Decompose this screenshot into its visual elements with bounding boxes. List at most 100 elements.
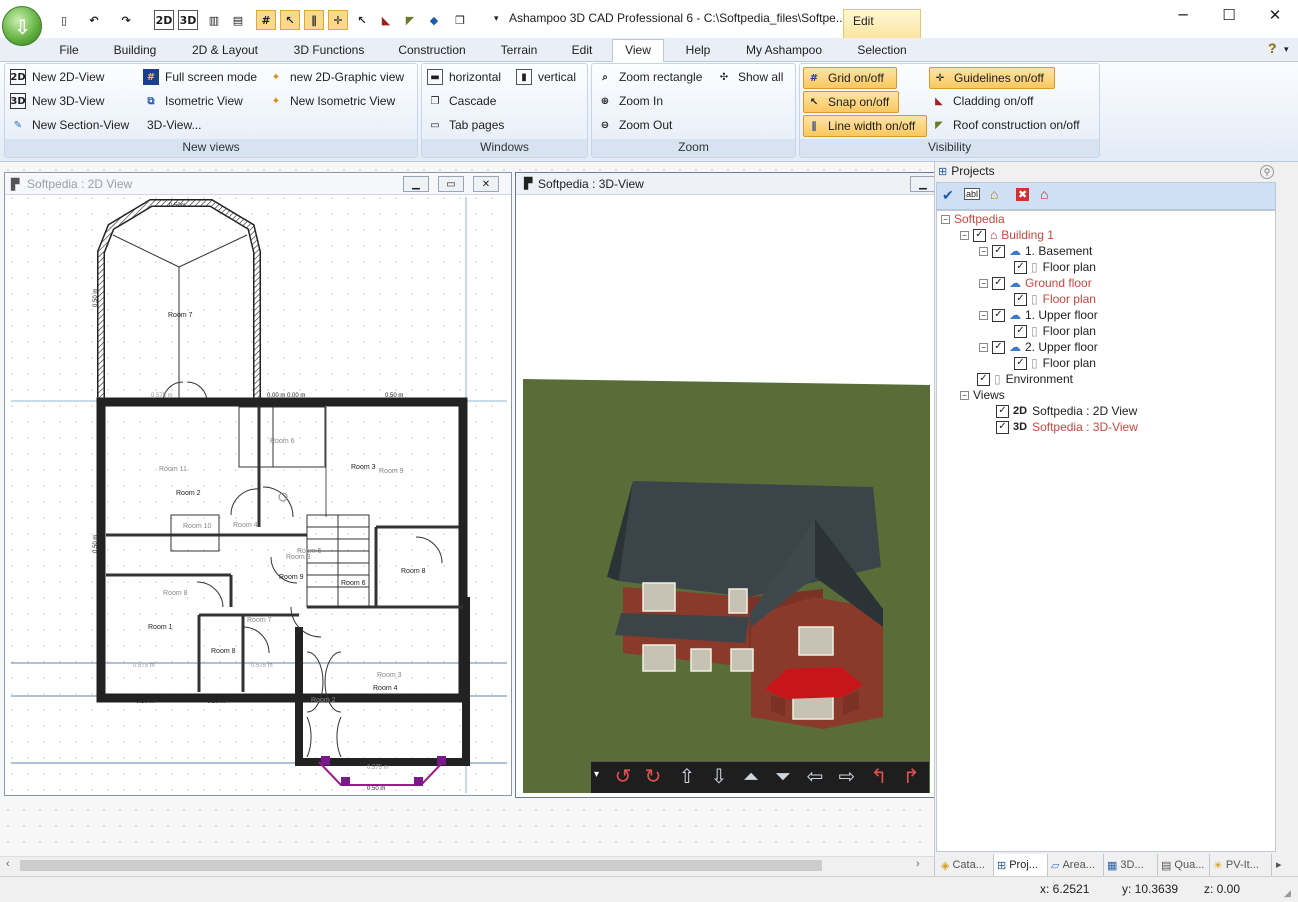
tab-selection[interactable]: Selection — [848, 40, 916, 62]
snap-toggle-icon[interactable]: ↖ — [280, 10, 300, 30]
cladding-icon[interactable]: ◣ — [376, 10, 396, 30]
tab-area[interactable]: ▱ Area... — [1048, 854, 1104, 876]
ribbon-collapse-icon[interactable]: ▾ — [1284, 44, 1289, 55]
show-all-button[interactable]: ✣ Show all — [716, 66, 784, 88]
line-width-toggle-button[interactable]: ∥ Line width on/off — [803, 115, 927, 137]
visibility-checkbox[interactable]: ✓ — [992, 276, 1005, 290]
collapse-icon[interactable]: − — [979, 342, 988, 352]
tree-node-floor-plan[interactable]: ✓ ▯ Floor plan — [1014, 259, 1096, 275]
minimize-button[interactable]: ─ — [1160, 0, 1206, 30]
tile-view-icon[interactable]: ▤ — [228, 10, 248, 30]
rename-icon[interactable]: abl — [964, 188, 981, 200]
2d-view-window[interactable]: ▛ Softpedia : 2D View ▁ ▭ ✕ Room 7 Room … — [4, 172, 512, 796]
tree-node-floor-plan[interactable]: ✓ ▯ Floor plan — [1014, 291, 1096, 307]
check-icon[interactable]: ✔ — [942, 187, 954, 204]
visibility-checkbox[interactable]: ✓ — [992, 308, 1005, 322]
tree-node-view-2d[interactable]: ✓ 2D Softpedia : 2D View — [996, 403, 1137, 419]
tile-horizontal-button[interactable]: ▬ horizontal — [427, 66, 501, 88]
tree-node-view-3d[interactable]: ✓ 3D Softpedia : 3D-View — [996, 419, 1138, 435]
scroll-right-icon[interactable]: › — [916, 858, 920, 870]
grid-toggle-icon[interactable]: # — [256, 10, 276, 30]
visibility-checkbox[interactable]: ✓ — [1014, 356, 1027, 370]
split-view-icon[interactable]: ▥ — [204, 10, 224, 30]
help-icon[interactable]: ? — [1268, 40, 1277, 56]
properties-icon[interactable]: ⌂ — [990, 186, 998, 202]
delete-icon[interactable]: ✖ — [1016, 188, 1030, 201]
snap-toggle-button[interactable]: ↖ Snap on/off — [803, 91, 899, 113]
move-down-icon[interactable]: ⇩ — [706, 764, 732, 788]
redo-icon[interactable]: ↷ — [116, 10, 136, 30]
roof-construction-icon[interactable]: ◤ — [400, 10, 420, 30]
new-document-icon[interactable]: ▯ — [54, 10, 74, 30]
tilt-up-icon[interactable]: ⏶ — [738, 764, 764, 788]
tree-node-floor-plan[interactable]: ✓ ▯ Floor plan — [1014, 355, 1096, 371]
view-2d-button[interactable]: 2D — [154, 10, 174, 30]
tab-3d-functions[interactable]: 3D Functions — [284, 40, 374, 62]
visibility-checkbox[interactable]: ✓ — [996, 404, 1009, 418]
visibility-checkbox[interactable]: ✓ — [992, 340, 1005, 354]
tab-pv-items[interactable]: ☀ PV-It... — [1210, 854, 1272, 876]
visibility-checkbox[interactable]: ✓ — [996, 420, 1009, 434]
3d-view-window[interactable]: ▛ Softpedia : 3D-View ▁ — [515, 172, 936, 798]
collapse-icon[interactable]: − — [979, 278, 988, 288]
tab-terrain[interactable]: Terrain — [492, 40, 546, 62]
app-menu-button[interactable]: ⇩ — [2, 6, 42, 46]
pan-right-icon[interactable]: ⇨ — [834, 764, 860, 788]
undo-icon[interactable]: ↶ — [84, 10, 104, 30]
tree-node-floor-plan[interactable]: ✓ ▯ Floor plan — [1014, 323, 1096, 339]
visibility-checkbox[interactable]: ✓ — [1014, 260, 1027, 274]
tab-pages-button[interactable]: ▭ Tab pages — [427, 114, 504, 136]
tree-node-building[interactable]: − ✓ ⌂ Building 1 — [960, 227, 1054, 243]
guidelines-icon[interactable]: ✛ — [328, 10, 348, 30]
tree-node-environment[interactable]: ✓ ▯ Environment — [977, 371, 1073, 387]
tab-file[interactable]: File — [48, 40, 90, 62]
horizontal-scrollbar[interactable]: ‹ › — [0, 856, 934, 874]
collapse-icon[interactable]: − — [941, 214, 950, 224]
new-section-view-button[interactable]: ✎ New Section-View — [10, 114, 129, 136]
collapse-icon[interactable]: − — [979, 246, 988, 256]
3d-scene[interactable] — [523, 197, 930, 793]
tree-node-views[interactable]: − Views — [960, 387, 1005, 403]
grid-toggle-button[interactable]: # Grid on/off — [803, 67, 897, 89]
copy-icon[interactable]: ❐ — [450, 10, 470, 30]
2d-maximize-button[interactable]: ▭ — [438, 176, 464, 192]
maximize-button[interactable]: ☐ — [1206, 0, 1252, 30]
context-tab-edit[interactable]: Edit — [843, 9, 921, 38]
close-button[interactable]: ✕ — [1252, 0, 1298, 30]
move-up-icon[interactable]: ⇧ — [674, 764, 700, 788]
tab-edit[interactable]: Edit — [562, 40, 602, 62]
full-screen-button[interactable]: # Full screen mode — [143, 66, 257, 88]
tab-scroll-right-icon[interactable]: ▸ — [1276, 858, 1282, 871]
2d-minimize-button[interactable]: ▁ — [403, 176, 429, 192]
customize-toolbar-icon[interactable]: ▾ — [494, 13, 499, 24]
tab-help[interactable]: Help — [678, 40, 718, 62]
new-3d-view-button[interactable]: 3D New 3D-View — [10, 90, 104, 112]
visibility-checkbox[interactable]: ✓ — [992, 244, 1005, 258]
visibility-checkbox[interactable]: ✓ — [1014, 324, 1027, 338]
view-3d-button[interactable]: 3D — [178, 10, 198, 30]
tab-my-ashampoo[interactable]: My Ashampoo — [736, 40, 832, 62]
cladding-toggle-button[interactable]: ◣ Cladding on/off — [931, 90, 1033, 112]
collapse-icon[interactable]: − — [960, 230, 969, 240]
zoom-out-button[interactable]: ⊖ Zoom Out — [597, 114, 673, 136]
tree-node-floor[interactable]: − ✓ ☁ 2. Upper floor — [979, 339, 1098, 355]
pan-left-icon[interactable]: ⇦ — [802, 764, 828, 788]
zoom-in-button[interactable]: ⊕ Zoom In — [597, 90, 663, 112]
select-pointer-icon[interactable]: ↖ — [352, 10, 372, 30]
3d-minimize-button[interactable]: ▁ — [910, 176, 936, 192]
new-isometric-view-button[interactable]: ✦ New Isometric View — [268, 90, 395, 112]
roof-construction-toggle-button[interactable]: ◤ Roof construction on/off — [931, 114, 1079, 136]
rotate-left-icon[interactable]: ↺ — [610, 764, 636, 788]
scroll-left-icon[interactable]: ‹ — [6, 858, 10, 870]
eraser-icon[interactable]: ◆ — [424, 10, 444, 30]
tab-projects[interactable]: ⊞ Proj... — [994, 854, 1048, 876]
collapse-icon[interactable]: − — [979, 310, 988, 320]
2d-close-button[interactable]: ✕ — [473, 176, 499, 192]
tilt-down-icon[interactable]: ⏷ — [770, 764, 796, 788]
tab-3d[interactable]: ▦ 3D... — [1104, 854, 1158, 876]
visibility-checkbox[interactable]: ✓ — [973, 228, 986, 242]
isometric-view-button[interactable]: ⧉ Isometric View — [143, 90, 242, 112]
tree-node-floor[interactable]: − ✓ ☁ 1. Basement — [979, 243, 1092, 259]
tab-quantities[interactable]: ▤ Qua... — [1158, 854, 1210, 876]
building-icon[interactable]: ⌂ — [1040, 186, 1048, 202]
